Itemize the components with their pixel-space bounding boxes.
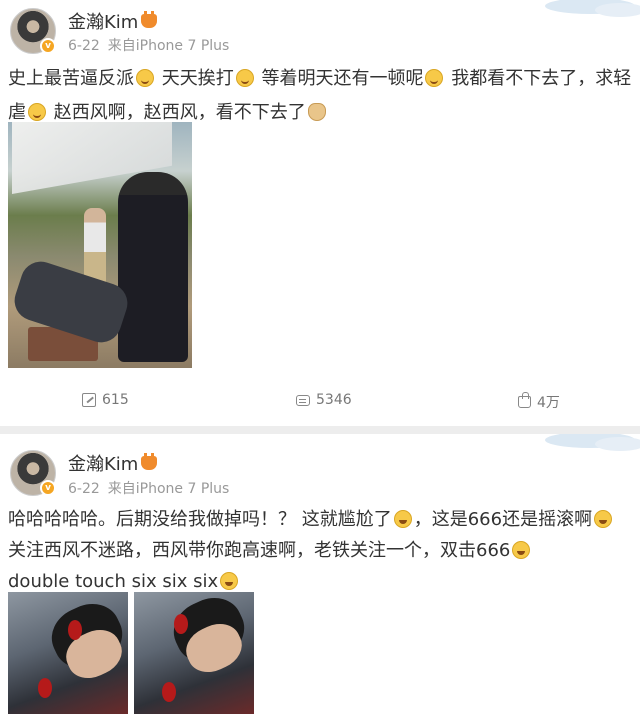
doge-emoji-icon xyxy=(307,103,326,121)
comment-button[interactable]: 5346 xyxy=(296,392,352,408)
post-photo[interactable] xyxy=(8,122,192,368)
content-text: double touch six six six xyxy=(8,571,219,592)
like-count: 4万 xyxy=(537,395,560,411)
content-text: 关注西风不迷路，西风带你跑高速啊，老铁关注一个，双击666 xyxy=(8,540,511,561)
header-cloud-decoration xyxy=(545,434,640,451)
post-meta: 6-22 来自iPhone 7 Plus xyxy=(68,478,229,498)
vip-crown-icon xyxy=(141,11,158,28)
username[interactable]: 金瀚Kim xyxy=(68,8,158,34)
username-text[interactable]: 金瀚Kim xyxy=(68,454,138,475)
smile-emoji-icon xyxy=(136,69,154,87)
smile-emoji-icon xyxy=(425,69,444,87)
repost-icon xyxy=(82,393,96,407)
laugh-emoji-icon xyxy=(594,510,613,528)
post-date: 6-22 xyxy=(68,481,100,497)
username-text[interactable]: 金瀚Kim xyxy=(68,12,138,33)
vip-crown-icon xyxy=(141,453,158,470)
comment-count: 5346 xyxy=(316,392,352,408)
photo-blood xyxy=(68,620,82,640)
header-cloud-decoration xyxy=(545,0,640,17)
smile-emoji-icon xyxy=(235,69,254,87)
post-date: 6-22 xyxy=(68,38,100,54)
verified-badge-icon: v xyxy=(40,38,56,54)
post-actions: 615 5346 4万 xyxy=(0,380,640,426)
content-text: 赵西风啊，赵西风，看不下去了 xyxy=(48,102,306,123)
laugh-emoji-icon xyxy=(220,572,239,590)
repost-count: 615 xyxy=(102,392,129,408)
photo-blood xyxy=(174,614,188,634)
post-photo-thumb-1[interactable] xyxy=(8,592,128,714)
comment-icon xyxy=(296,394,310,406)
post-photo-thumb-2[interactable] xyxy=(134,592,254,714)
content-text: ，这是666还是摇滚啊 xyxy=(413,509,593,530)
post-meta: 6-22 来自iPhone 7 Plus xyxy=(68,35,229,55)
weibo-post-1: v 金瀚Kim 6-22 来自iPhone 7 Plus 史上最苦逼反派 天天挨打… xyxy=(0,0,640,426)
thumbs-up-icon xyxy=(518,392,531,408)
post-content: 哈哈哈哈哈。后期没给我做掉吗！？ 这就尴尬了 ，这是666还是摇滚啊关注西风不迷路… xyxy=(8,504,632,597)
content-text: 哈哈哈哈哈。后期没给我做掉吗！？ 这就尴尬了 xyxy=(8,509,392,530)
photo-blood xyxy=(162,682,176,702)
repost-button[interactable]: 615 xyxy=(82,392,129,408)
content-text: 等着明天还有一顿呢 xyxy=(255,68,424,89)
content-text: 天天挨打 xyxy=(156,68,234,89)
post-content: 史上最苦逼反派 天天挨打 等着明天还有一顿呢 我都看不下去了，求轻虐 赵西风啊，… xyxy=(8,62,632,130)
smile-emoji-icon xyxy=(28,103,46,121)
username[interactable]: 金瀚Kim xyxy=(68,450,158,476)
post-source: 来自iPhone 7 Plus xyxy=(107,38,230,54)
post-source: 来自iPhone 7 Plus xyxy=(107,481,230,497)
verified-badge-icon: v xyxy=(40,480,56,496)
laugh-emoji-icon xyxy=(512,541,531,559)
photo-standing-actor xyxy=(118,172,188,362)
weibo-post-2: v 金瀚Kim 6-22 来自iPhone 7 Plus 哈哈哈哈哈。后期没给我做… xyxy=(0,434,640,728)
photo-blood xyxy=(38,678,52,698)
like-button[interactable]: 4万 xyxy=(518,392,560,412)
laugh-emoji-icon xyxy=(393,510,412,528)
content-text: 史上最苦逼反派 xyxy=(8,68,134,89)
